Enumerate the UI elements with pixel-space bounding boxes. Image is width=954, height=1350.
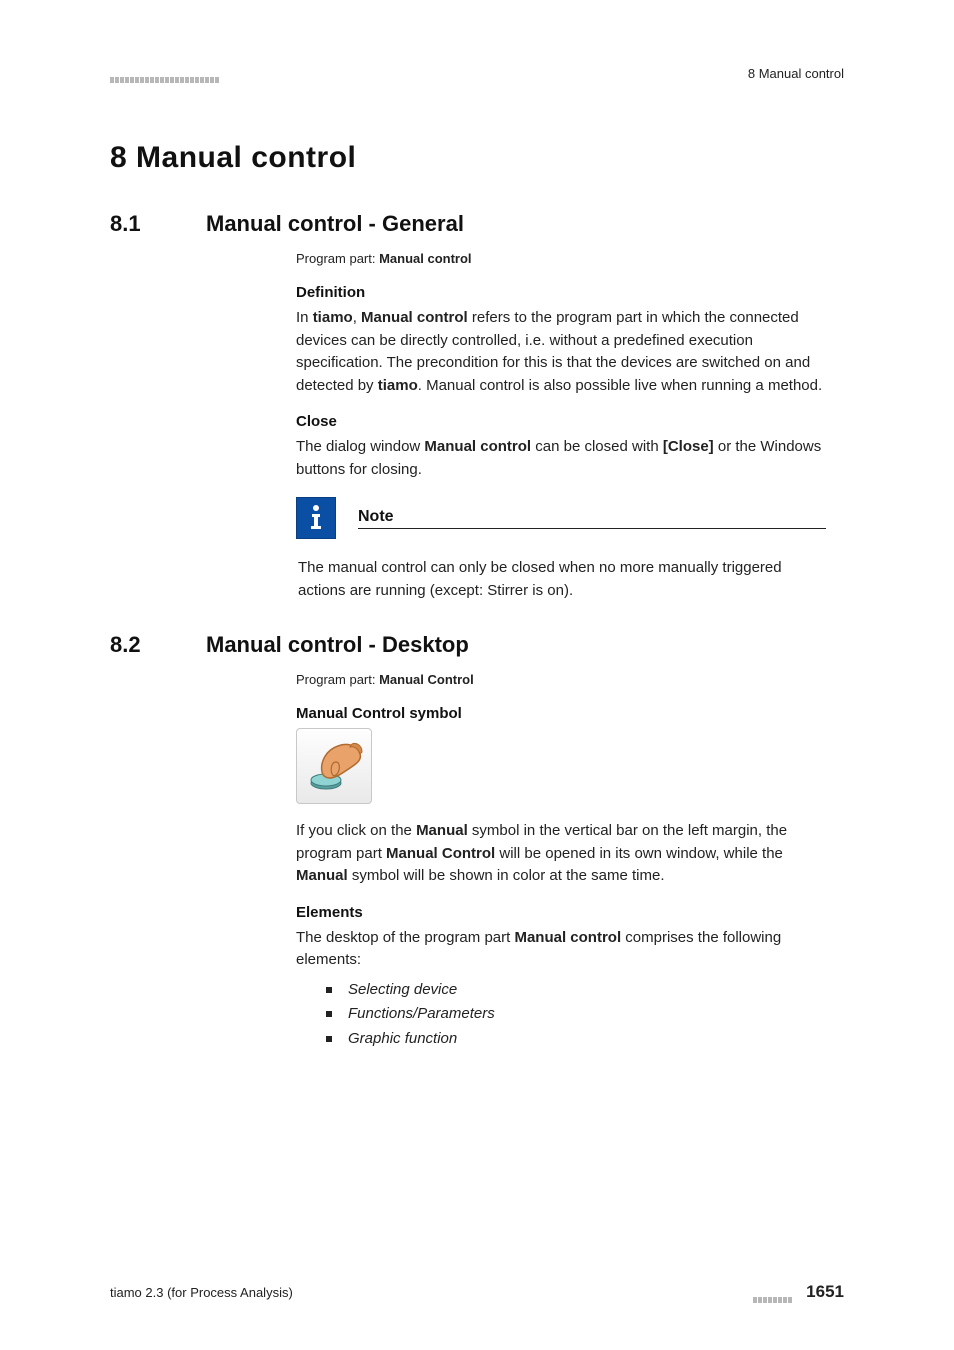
page-header: 8 Manual control	[110, 66, 844, 81]
section-8-1-heading: 8.1 Manual control - General	[110, 211, 844, 237]
manual-control-symbol-icon	[296, 728, 372, 804]
text-fragment: ,	[353, 309, 361, 326]
text-bold: tiamo	[313, 309, 353, 326]
text-fragment: will be opened in its own window, while …	[495, 845, 783, 862]
info-icon	[296, 497, 336, 539]
symbol-paragraph: If you click on the Manual symbol in the…	[296, 820, 826, 888]
elements-list: Selecting device Functions/Parameters Gr…	[326, 978, 826, 1052]
text-fragment: The dialog window	[296, 438, 424, 455]
program-part-line: Program part: Manual control	[296, 251, 826, 266]
text-fragment: can be closed with	[531, 438, 663, 455]
text-fragment: If you click on the	[296, 822, 416, 839]
section-title: Manual control - General	[206, 211, 464, 237]
text-bold: [Close]	[663, 438, 714, 455]
program-part-value: Manual control	[379, 251, 471, 266]
page-footer: tiamo 2.3 (for Process Analysis) 1651	[110, 1282, 844, 1302]
text-fragment: In	[296, 309, 313, 326]
text-bold: tiamo	[378, 377, 418, 394]
list-item: Functions/Parameters	[326, 1002, 826, 1027]
list-item: Selecting device	[326, 978, 826, 1003]
text-bold: Manual control	[514, 929, 621, 946]
text-bold: Manual	[416, 822, 468, 839]
note-block: Note The manual control can only be clos…	[296, 497, 826, 602]
section-title: Manual control - Desktop	[206, 632, 469, 658]
close-subhead: Close	[296, 413, 826, 430]
page-number: 1651	[806, 1282, 844, 1301]
program-part-label: Program part:	[296, 251, 379, 266]
symbol-subhead: Manual Control symbol	[296, 705, 826, 722]
chapter-title: 8 Manual control	[110, 141, 844, 175]
definition-paragraph: In tiamo, Manual control refers to the p…	[296, 307, 826, 397]
program-part-label: Program part:	[296, 672, 379, 687]
text-bold: Manual Control	[386, 845, 495, 862]
footer-left: tiamo 2.3 (for Process Analysis)	[110, 1285, 293, 1300]
elements-paragraph: The desktop of the program part Manual c…	[296, 927, 826, 972]
section-8-2-heading: 8.2 Manual control - Desktop	[110, 632, 844, 658]
definition-subhead: Definition	[296, 284, 826, 301]
section-number: 8.1	[110, 211, 162, 237]
text-bold: Manual control	[361, 309, 468, 326]
list-item: Graphic function	[326, 1027, 826, 1052]
note-body: The manual control can only be closed wh…	[298, 557, 826, 602]
header-dash-decoration	[110, 71, 230, 77]
program-part-value: Manual Control	[379, 672, 474, 687]
footer-right: 1651	[753, 1282, 844, 1302]
header-section-label: 8 Manual control	[748, 66, 844, 81]
text-fragment: The desktop of the program part	[296, 929, 514, 946]
program-part-line: Program part: Manual Control	[296, 672, 826, 687]
elements-subhead: Elements	[296, 904, 826, 921]
text-fragment: . Manual control is also possible live w…	[418, 377, 822, 394]
section-number: 8.2	[110, 632, 162, 658]
text-bold: Manual control	[424, 438, 531, 455]
note-title: Note	[358, 508, 394, 525]
text-fragment: symbol will be shown in color at the sam…	[348, 867, 665, 884]
text-bold: Manual	[296, 867, 348, 884]
footer-dash-decoration	[753, 1291, 803, 1297]
close-paragraph: The dialog window Manual control can be …	[296, 436, 826, 481]
